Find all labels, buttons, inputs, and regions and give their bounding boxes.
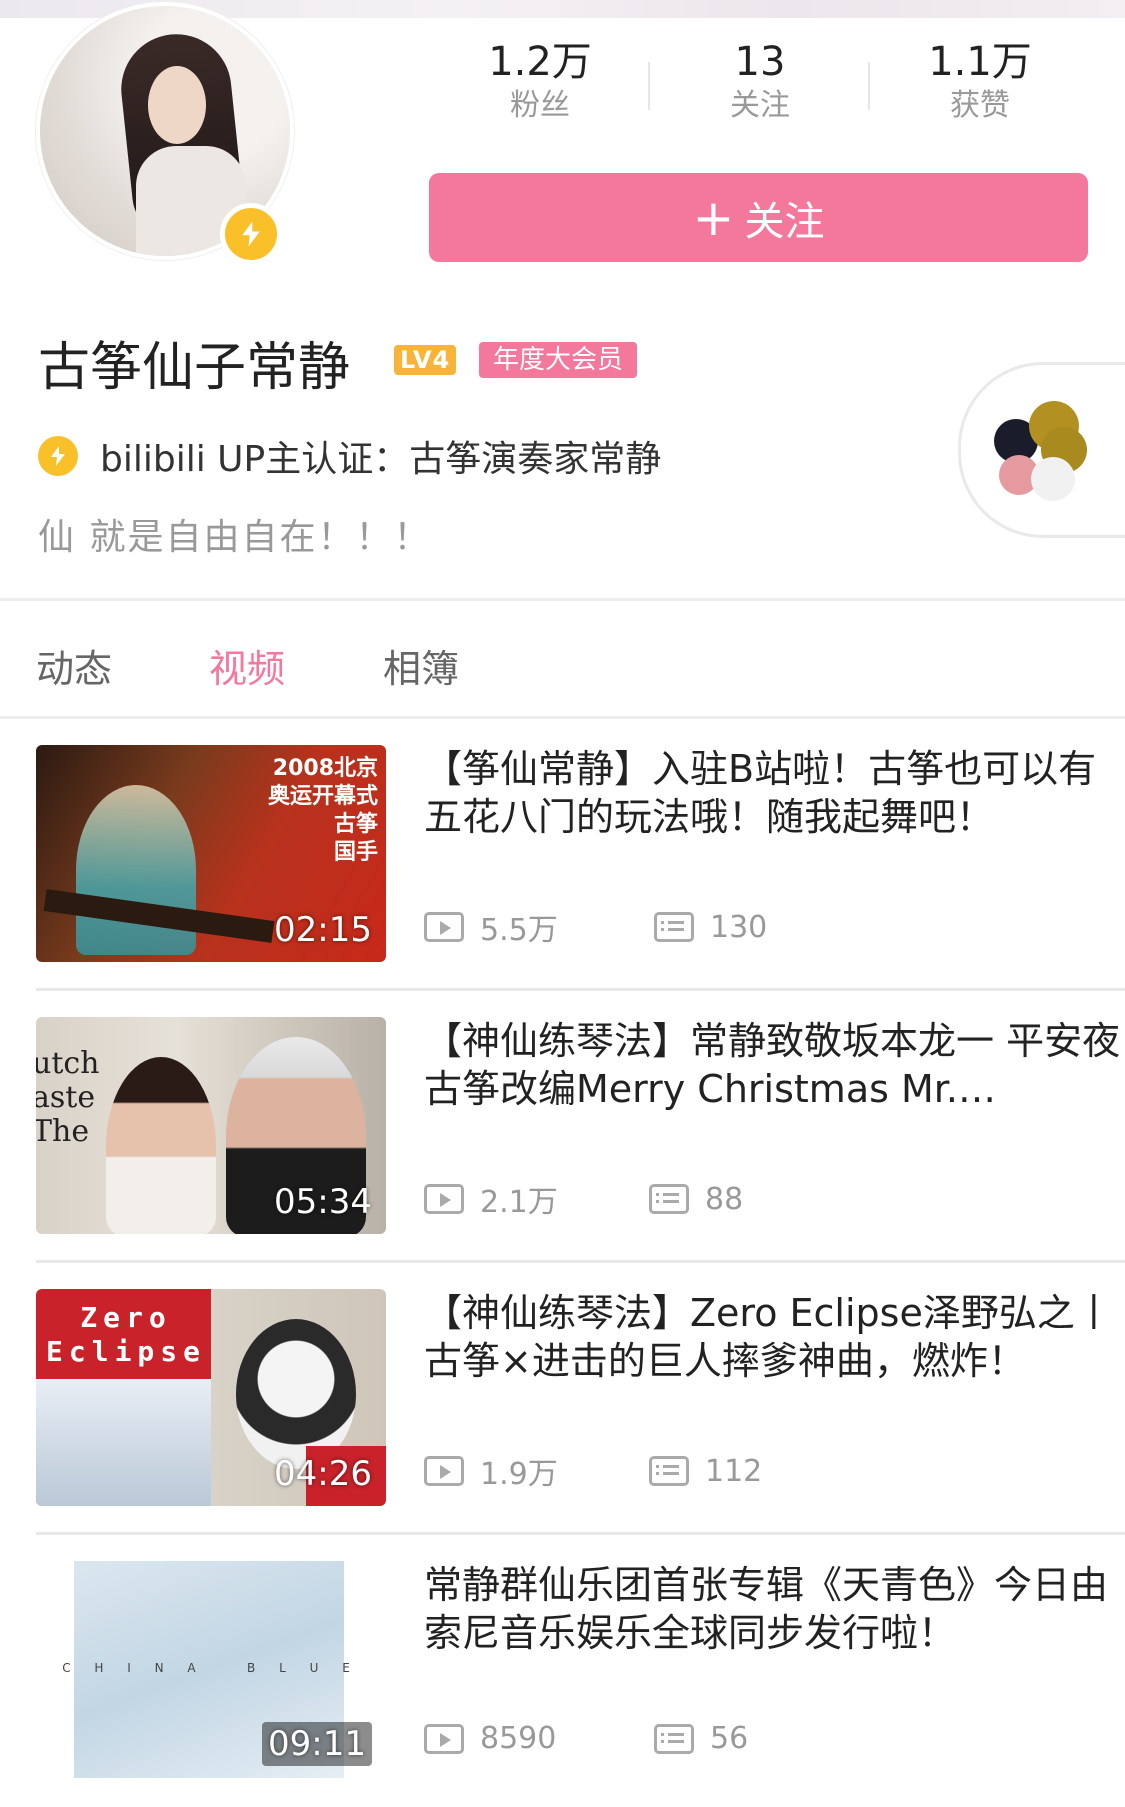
- comment-count: 112: [705, 1453, 763, 1489]
- stat-following[interactable]: 13 关注: [648, 38, 870, 138]
- anime-art: [36, 1379, 211, 1506]
- plus-icon: +: [692, 188, 735, 247]
- stat-label: 关注: [730, 88, 790, 123]
- verified-lightning-icon: [220, 203, 282, 265]
- tab-albums[interactable]: 相簿: [383, 638, 459, 693]
- video-title[interactable]: 【神仙练琴法】常静致敬坂本龙一 平安夜古筝改编Merry Christmas M…: [424, 1017, 1124, 1113]
- vip-badge[interactable]: 年度大会员: [479, 342, 638, 378]
- video-item[interactable]: Zero Eclipse 04:26 【神仙练琴法】Zero Eclipse泽野…: [36, 1263, 1125, 1535]
- comment-count-icon: [654, 912, 694, 942]
- bio: 仙 就是自由自在！！！: [38, 517, 432, 558]
- video-meta: 2.1万 88: [424, 1177, 743, 1221]
- certification-lightning-icon: [38, 436, 78, 476]
- stat-label: 获赞: [950, 88, 1010, 123]
- video-item[interactable]: C H I N A B L U E 09:11 常静群仙乐团首张专辑《天青色》今…: [36, 1535, 1125, 1807]
- views-stat: 5.5万: [424, 905, 654, 949]
- follow-label: 关注: [744, 198, 825, 245]
- level-badge[interactable]: LV4: [394, 345, 457, 375]
- comments-stat: 112: [649, 1454, 762, 1489]
- play-count-icon: [424, 1456, 464, 1486]
- certification: bilibili UP主认证：古筝演奏家常静: [38, 430, 661, 482]
- video-meta: 8590 56: [424, 1721, 748, 1756]
- video-item[interactable]: utch aste The 05:34 【神仙练琴法】常静致敬坂本龙一 平安夜古…: [36, 991, 1125, 1263]
- username: 古筝仙子常静: [38, 338, 351, 398]
- floating-widget-button[interactable]: [958, 362, 1125, 538]
- video-thumbnail[interactable]: Zero Eclipse 04:26: [36, 1289, 386, 1506]
- video-item[interactable]: 2008北京 奥运开幕式 古筝 国手 02:15 【筝仙常静】入驻B站啦！古筝也…: [36, 719, 1125, 991]
- video-title[interactable]: 常静群仙乐团首张专辑《天青色》今日由索尼音乐娱乐全球同步发行啦！: [424, 1561, 1124, 1657]
- comments-stat: 88: [649, 1182, 743, 1217]
- video-meta: 1.9万 112: [424, 1449, 762, 1493]
- views-stat: 1.9万: [424, 1449, 649, 1493]
- video-thumbnail[interactable]: 2008北京 奥运开幕式 古筝 国手 02:15: [36, 745, 386, 962]
- view-count: 1.9万: [480, 1457, 558, 1492]
- avatar-face: [148, 66, 206, 144]
- video-meta: 5.5万 130: [424, 905, 767, 949]
- view-count: 2.1万: [480, 1185, 558, 1220]
- video-duration: 05:34: [274, 1182, 372, 1222]
- video-duration: 02:15: [274, 910, 372, 950]
- comment-count: 56: [710, 1721, 749, 1756]
- video-duration: 09:11: [262, 1722, 372, 1766]
- views-stat: 8590: [424, 1721, 654, 1756]
- stat-fans[interactable]: 1.2万 粉丝: [430, 38, 650, 138]
- views-stat: 2.1万: [424, 1177, 649, 1221]
- video-duration: 04:26: [274, 1454, 372, 1494]
- play-count-icon: [424, 1184, 464, 1214]
- thumbnail-caption: utch aste The: [36, 1046, 100, 1149]
- tab-videos[interactable]: 视频: [209, 638, 285, 693]
- stat-value: 1.1万: [928, 39, 1032, 85]
- comment-count-icon: [654, 1723, 694, 1754]
- comment-count: 130: [710, 909, 768, 945]
- follow-button[interactable]: + 关注: [429, 173, 1088, 262]
- comments-stat: 130: [654, 910, 767, 945]
- widget-dot-icon: [1031, 457, 1075, 501]
- thumbnail-caption: 2008北京 奥运开幕式 古筝 国手: [267, 756, 378, 865]
- section-divider: [0, 598, 1125, 601]
- certification-text: bilibili UP主认证：古筝演奏家常静: [100, 439, 662, 480]
- tab-dynamics[interactable]: 动态: [36, 638, 112, 693]
- album-caption: C H I N A B L U E: [62, 1661, 360, 1675]
- stat-label: 粉丝: [510, 88, 570, 123]
- play-count-icon: [424, 1723, 464, 1754]
- video-title[interactable]: 【筝仙常静】入驻B站啦！古筝也可以有五花八门的玩法哦！随我起舞吧！: [424, 745, 1124, 841]
- profile-tabs: 动态 视频 相簿: [0, 602, 1125, 718]
- view-count: 8590: [480, 1721, 557, 1756]
- stat-value: 1.2万: [488, 39, 592, 85]
- video-thumbnail[interactable]: C H I N A B L U E 09:11: [36, 1561, 386, 1778]
- thumbnail-caption: Zero Eclipse: [46, 1301, 207, 1368]
- play-count-icon: [424, 912, 464, 942]
- person-left: [106, 1057, 216, 1234]
- comment-count-icon: [649, 1184, 689, 1214]
- video-thumbnail[interactable]: utch aste The 05:34: [36, 1017, 386, 1234]
- comments-stat: 56: [654, 1721, 748, 1756]
- comment-count-icon: [649, 1456, 689, 1486]
- view-count: 5.5万: [480, 913, 558, 948]
- stat-likes[interactable]: 1.1万 获赞: [868, 38, 1090, 138]
- profile-stats: 1.2万 粉丝 13 关注 1.1万 获赞: [430, 38, 1100, 138]
- comment-count: 88: [705, 1181, 744, 1217]
- video-title[interactable]: 【神仙练琴法】Zero Eclipse泽野弘之丨古筝×进击的巨人摔爹神曲，燃炸！: [424, 1289, 1124, 1385]
- stat-value: 13: [734, 39, 786, 85]
